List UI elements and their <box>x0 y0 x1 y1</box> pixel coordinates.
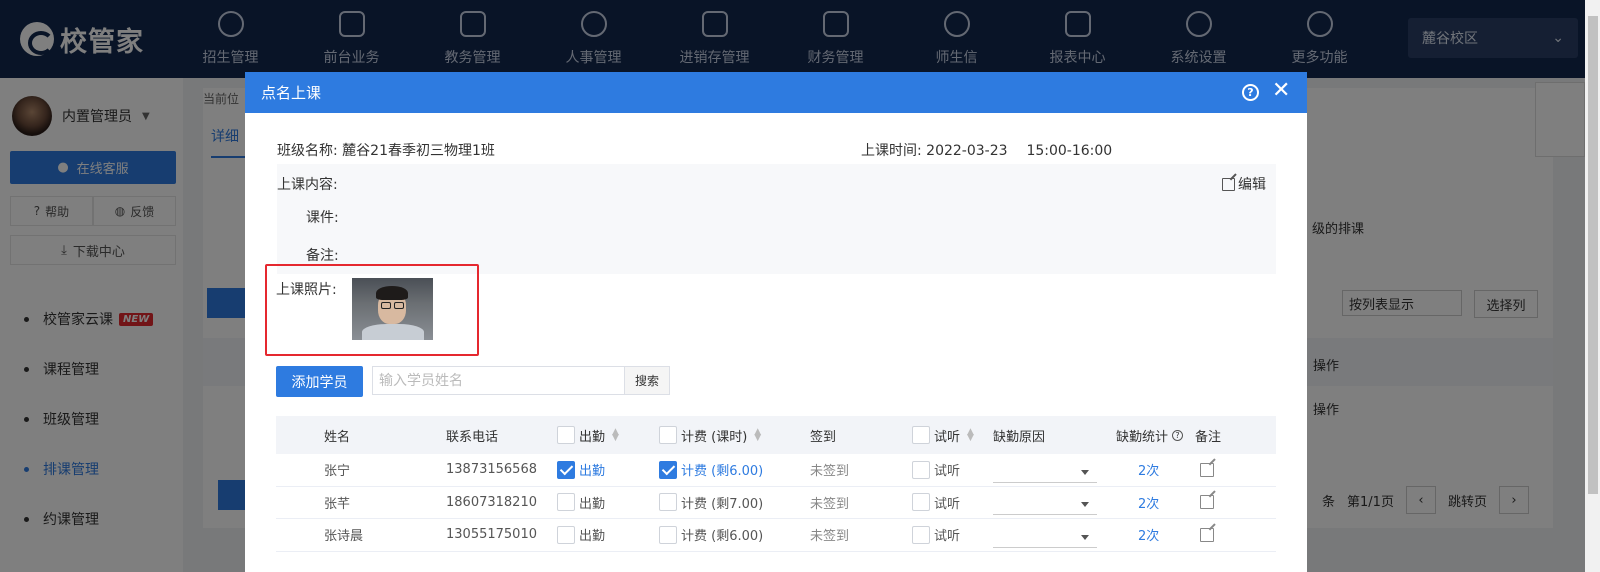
student-phone: 18607318210 <box>446 494 537 510</box>
absence-reason-select[interactable] <box>993 519 1097 551</box>
dialog-header: 点名上课 ? ✕ <box>245 72 1307 113</box>
sort-icon[interactable]: ▲ ▼ <box>754 428 761 443</box>
dropdown-arrow-icon <box>993 457 1097 483</box>
trial-checkbox[interactable] <box>912 525 930 544</box>
note-edit[interactable] <box>1200 487 1214 519</box>
fee-checkbox[interactable] <box>659 493 677 512</box>
add-student-button[interactable]: 添加学员 <box>276 366 363 397</box>
note-edit[interactable] <box>1200 519 1214 551</box>
col-phone: 联系电话 <box>446 429 499 445</box>
edit-icon <box>1200 527 1214 542</box>
edit-icon <box>1200 462 1214 477</box>
fee-toggle[interactable]: 计费 (剩6.00) <box>659 454 763 486</box>
trial-toggle[interactable]: 试听 <box>912 454 960 486</box>
table-header: 姓名 联系电话 出勤 ▲ ▼ 计费 (课时) ▲ ▼ 签到 试听 ▲ ▼ 缺勤原因 缺… <box>276 416 1276 454</box>
class-name-value: 麓谷21春季初三物理1班 <box>342 143 495 159</box>
sort-icon[interactable]: ▲ ▼ <box>967 428 974 443</box>
absence-count[interactable]: 2次 <box>1138 487 1159 519</box>
class-info: 班级名称: 麓谷21春季初三物理1班 <box>277 140 495 160</box>
absence-count[interactable]: 2次 <box>1138 454 1159 486</box>
class-photo[interactable] <box>352 278 433 340</box>
table-row: 张诗晨 13055175010 出勤 计费 (剩6.00) 未签到 试听 2次 <box>276 519 1276 552</box>
col-trial: 试听 ▲ ▼ <box>912 416 974 454</box>
class-date-value: 2022-03-23 <box>926 143 1008 159</box>
attend-toggle[interactable]: 出勤 <box>557 487 605 519</box>
dropdown-arrow-icon <box>993 489 1097 516</box>
attendance-dialog: 点名上课 ? ✕ 班级名称: 麓谷21春季初三物理1班 上课时间: 2022-0… <box>245 72 1307 572</box>
absence-count[interactable]: 2次 <box>1138 519 1159 551</box>
sort-icon[interactable]: ▲ ▼ <box>612 428 619 443</box>
remark-label: 备注: <box>306 248 339 264</box>
student-search-input[interactable] <box>372 366 625 395</box>
col-signin: 签到 <box>810 429 837 445</box>
col-absence-reason: 缺勤原因 <box>993 429 1046 445</box>
trial-toggle[interactable]: 试听 <box>912 519 960 551</box>
attend-checkbox[interactable] <box>557 493 575 512</box>
attend-checkbox[interactable] <box>557 525 575 544</box>
attend-checkbox[interactable] <box>557 460 575 479</box>
trial-all-checkbox[interactable] <box>912 426 930 444</box>
col-attend: 出勤 ▲ ▼ <box>557 416 619 454</box>
dropdown-arrow-icon <box>993 522 1097 548</box>
signin-status: 未签到 <box>810 464 850 480</box>
edit-icon <box>1222 177 1235 191</box>
trial-checkbox[interactable] <box>912 460 930 479</box>
dialog-title: 点名上课 <box>261 84 322 102</box>
courseware-label: 课件: <box>306 210 339 226</box>
attend-toggle[interactable]: 出勤 <box>557 454 605 486</box>
student-name: 张芊 <box>324 496 351 512</box>
edit-icon <box>1200 495 1214 510</box>
student-name: 张诗晨 <box>324 529 364 545</box>
photo-label: 上课照片: <box>276 282 337 298</box>
fee-all-checkbox[interactable] <box>659 426 677 444</box>
trial-checkbox[interactable] <box>912 493 930 512</box>
col-absence-stat: 缺勤统计 ? <box>1116 416 1184 454</box>
signin-status: 未签到 <box>810 496 850 512</box>
student-phone: 13873156568 <box>446 462 537 478</box>
col-fee: 计费 (课时) ▲ ▼ <box>659 416 761 454</box>
fee-checkbox[interactable] <box>659 460 677 479</box>
student-phone: 13055175010 <box>446 527 537 543</box>
trial-toggle[interactable]: 试听 <box>912 487 960 519</box>
table-row: 张芊 18607318210 出勤 计费 (剩7.00) 未签到 试听 2次 <box>276 487 1276 519</box>
fee-toggle[interactable]: 计费 (剩6.00) <box>659 519 763 551</box>
absence-reason-select[interactable] <box>993 454 1097 486</box>
fee-toggle[interactable]: 计费 (剩7.00) <box>659 487 763 519</box>
table-row: 张宁 13873156568 出勤 计费 (剩6.00) 未签到 试听 2次 <box>276 454 1276 487</box>
student-name: 张宁 <box>324 464 351 480</box>
attend-all-checkbox[interactable] <box>557 426 575 444</box>
content-section <box>277 164 1276 274</box>
class-time-label: 上课时间: <box>861 143 922 159</box>
close-icon[interactable]: ✕ <box>1272 80 1290 102</box>
question-icon[interactable]: ? <box>1172 429 1184 441</box>
edit-button[interactable]: 编辑 <box>1222 174 1266 194</box>
note-edit[interactable] <box>1200 454 1214 486</box>
attend-toggle[interactable]: 出勤 <box>557 519 605 551</box>
absence-reason-select[interactable] <box>993 487 1097 519</box>
search-button[interactable]: 搜索 <box>624 366 670 395</box>
help-icon[interactable]: ? <box>1242 84 1259 101</box>
student-table: 姓名 联系电话 出勤 ▲ ▼ 计费 (课时) ▲ ▼ 签到 试听 ▲ ▼ 缺勤原因 缺… <box>276 416 1276 552</box>
content-label: 上课内容: <box>277 177 338 193</box>
scrollbar-thumb[interactable] <box>1588 16 1598 494</box>
class-name-label: 班级名称: <box>277 143 338 159</box>
col-note: 备注 <box>1195 429 1222 445</box>
class-time-value: 15:00-16:00 <box>1026 143 1113 159</box>
class-time-info: 上课时间: 2022-03-23 15:00-16:00 <box>861 140 1112 160</box>
fee-checkbox[interactable] <box>659 525 677 544</box>
col-name: 姓名 <box>324 429 351 445</box>
signin-status: 未签到 <box>810 529 850 545</box>
